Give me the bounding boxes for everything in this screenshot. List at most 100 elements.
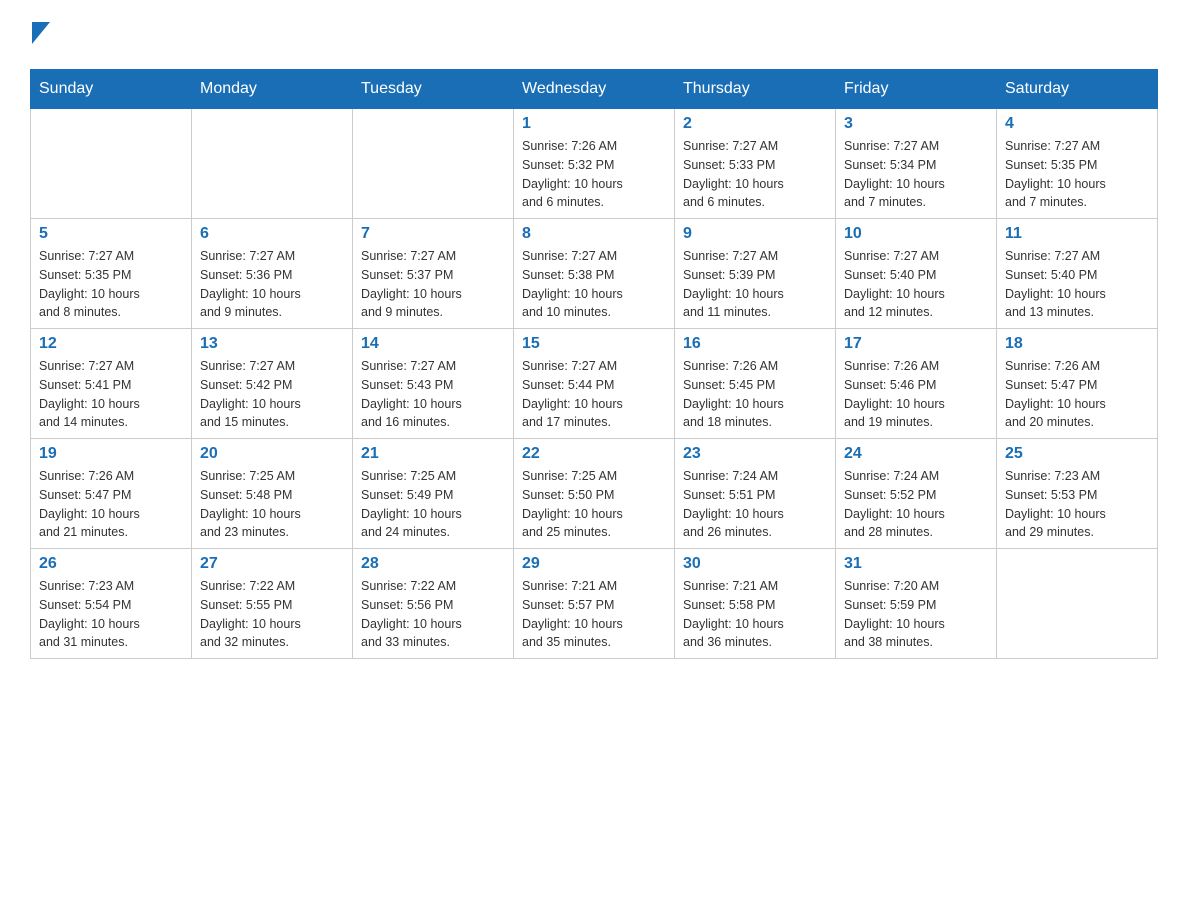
day-of-week-header: Saturday xyxy=(997,70,1158,109)
day-number: 17 xyxy=(844,335,988,353)
calendar-cell: 1 Sunrise: 7:26 AMSunset: 5:32 PMDaylight… xyxy=(514,109,675,219)
day-info: Sunrise: 7:27 AMSunset: 5:35 PMDaylight:… xyxy=(39,247,183,322)
day-info: Sunrise: 7:27 AMSunset: 5:40 PMDaylight:… xyxy=(1005,247,1149,322)
day-info: Sunrise: 7:23 AMSunset: 5:53 PMDaylight:… xyxy=(1005,467,1149,542)
day-info: Sunrise: 7:27 AMSunset: 5:42 PMDaylight:… xyxy=(200,357,344,432)
day-number: 10 xyxy=(844,225,988,243)
calendar-cell: 21Sunrise: 7:25 AMSunset: 5:49 PMDayligh… xyxy=(353,439,514,549)
day-number: 2 xyxy=(683,115,827,133)
day-info: Sunrise: 7:24 AMSunset: 5:51 PMDaylight:… xyxy=(683,467,827,542)
calendar-cell: 6 Sunrise: 7:27 AMSunset: 5:36 PMDaylight… xyxy=(192,219,353,329)
calendar-cell: 23 Sunrise: 7:24 AMSunset: 5:51 PMDayligh… xyxy=(675,439,836,549)
calendar-table: SundayMondayTuesdayWednesdayThursdayFrid… xyxy=(30,69,1158,659)
day-number: 18 xyxy=(1005,335,1149,353)
calendar-cell: 17 Sunrise: 7:26 AMSunset: 5:46 PMDayligh… xyxy=(836,329,997,439)
logo xyxy=(30,20,50,49)
calendar-cell: 22 Sunrise: 7:25 AMSunset: 5:50 PMDayligh… xyxy=(514,439,675,549)
calendar-cell: 8 Sunrise: 7:27 AMSunset: 5:38 PMDaylight… xyxy=(514,219,675,329)
day-info: Sunrise: 7:27 AMSunset: 5:33 PMDaylight:… xyxy=(683,137,827,212)
week-row: 19Sunrise: 7:26 AMSunset: 5:47 PMDayligh… xyxy=(31,439,1158,549)
logo-triangle-icon xyxy=(32,22,50,44)
day-number: 4 xyxy=(1005,115,1149,133)
calendar-cell: 27Sunrise: 7:22 AMSunset: 5:55 PMDayligh… xyxy=(192,549,353,659)
day-of-week-header: Friday xyxy=(836,70,997,109)
calendar-cell: 9Sunrise: 7:27 AMSunset: 5:39 PMDaylight… xyxy=(675,219,836,329)
calendar-cell: 26 Sunrise: 7:23 AMSunset: 5:54 PMDayligh… xyxy=(31,549,192,659)
calendar-header: SundayMondayTuesdayWednesdayThursdayFrid… xyxy=(31,70,1158,109)
day-number: 22 xyxy=(522,445,666,463)
calendar-cell: 29 Sunrise: 7:21 AMSunset: 5:57 PMDayligh… xyxy=(514,549,675,659)
day-number: 15 xyxy=(522,335,666,353)
day-info: Sunrise: 7:22 AMSunset: 5:56 PMDaylight:… xyxy=(361,577,505,652)
day-number: 31 xyxy=(844,555,988,573)
calendar-cell: 31 Sunrise: 7:20 AMSunset: 5:59 PMDayligh… xyxy=(836,549,997,659)
calendar-cell: 5 Sunrise: 7:27 AMSunset: 5:35 PMDaylight… xyxy=(31,219,192,329)
calendar-cell: 4 Sunrise: 7:27 AMSunset: 5:35 PMDaylight… xyxy=(997,109,1158,219)
week-row: 1 Sunrise: 7:26 AMSunset: 5:32 PMDaylight… xyxy=(31,109,1158,219)
calendar-cell: 16 Sunrise: 7:26 AMSunset: 5:45 PMDayligh… xyxy=(675,329,836,439)
day-info: Sunrise: 7:27 AMSunset: 5:36 PMDaylight:… xyxy=(200,247,344,322)
days-of-week-row: SundayMondayTuesdayWednesdayThursdayFrid… xyxy=(31,70,1158,109)
calendar-cell: 13Sunrise: 7:27 AMSunset: 5:42 PMDayligh… xyxy=(192,329,353,439)
calendar-body: 1 Sunrise: 7:26 AMSunset: 5:32 PMDaylight… xyxy=(31,109,1158,659)
day-info: Sunrise: 7:27 AMSunset: 5:38 PMDaylight:… xyxy=(522,247,666,322)
calendar-cell: 2 Sunrise: 7:27 AMSunset: 5:33 PMDaylight… xyxy=(675,109,836,219)
calendar-cell: 12 Sunrise: 7:27 AMSunset: 5:41 PMDayligh… xyxy=(31,329,192,439)
day-info: Sunrise: 7:25 AMSunset: 5:50 PMDaylight:… xyxy=(522,467,666,542)
day-info: Sunrise: 7:26 AMSunset: 5:32 PMDaylight:… xyxy=(522,137,666,212)
day-number: 14 xyxy=(361,335,505,353)
day-info: Sunrise: 7:23 AMSunset: 5:54 PMDaylight:… xyxy=(39,577,183,652)
day-number: 12 xyxy=(39,335,183,353)
calendar-cell xyxy=(997,549,1158,659)
day-info: Sunrise: 7:26 AMSunset: 5:47 PMDaylight:… xyxy=(1005,357,1149,432)
week-row: 5 Sunrise: 7:27 AMSunset: 5:35 PMDaylight… xyxy=(31,219,1158,329)
calendar-cell xyxy=(353,109,514,219)
day-number: 9 xyxy=(683,225,827,243)
week-row: 26 Sunrise: 7:23 AMSunset: 5:54 PMDayligh… xyxy=(31,549,1158,659)
day-info: Sunrise: 7:27 AMSunset: 5:35 PMDaylight:… xyxy=(1005,137,1149,212)
day-number: 6 xyxy=(200,225,344,243)
day-number: 7 xyxy=(361,225,505,243)
day-info: Sunrise: 7:21 AMSunset: 5:57 PMDaylight:… xyxy=(522,577,666,652)
day-number: 24 xyxy=(844,445,988,463)
day-of-week-header: Wednesday xyxy=(514,70,675,109)
day-number: 16 xyxy=(683,335,827,353)
day-number: 26 xyxy=(39,555,183,573)
day-number: 5 xyxy=(39,225,183,243)
calendar-cell: 24Sunrise: 7:24 AMSunset: 5:52 PMDayligh… xyxy=(836,439,997,549)
day-number: 11 xyxy=(1005,225,1149,243)
day-info: Sunrise: 7:27 AMSunset: 5:44 PMDaylight:… xyxy=(522,357,666,432)
calendar-cell: 28 Sunrise: 7:22 AMSunset: 5:56 PMDayligh… xyxy=(353,549,514,659)
day-info: Sunrise: 7:21 AMSunset: 5:58 PMDaylight:… xyxy=(683,577,827,652)
day-info: Sunrise: 7:27 AMSunset: 5:43 PMDaylight:… xyxy=(361,357,505,432)
day-number: 1 xyxy=(522,115,666,133)
day-number: 19 xyxy=(39,445,183,463)
calendar-cell: 10 Sunrise: 7:27 AMSunset: 5:40 PMDayligh… xyxy=(836,219,997,329)
day-number: 23 xyxy=(683,445,827,463)
day-info: Sunrise: 7:26 AMSunset: 5:46 PMDaylight:… xyxy=(844,357,988,432)
day-info: Sunrise: 7:27 AMSunset: 5:41 PMDaylight:… xyxy=(39,357,183,432)
calendar-cell xyxy=(192,109,353,219)
calendar-cell: 3Sunrise: 7:27 AMSunset: 5:34 PMDaylight… xyxy=(836,109,997,219)
calendar-cell: 14 Sunrise: 7:27 AMSunset: 5:43 PMDayligh… xyxy=(353,329,514,439)
day-info: Sunrise: 7:26 AMSunset: 5:45 PMDaylight:… xyxy=(683,357,827,432)
day-number: 29 xyxy=(522,555,666,573)
week-row: 12 Sunrise: 7:27 AMSunset: 5:41 PMDayligh… xyxy=(31,329,1158,439)
day-info: Sunrise: 7:27 AMSunset: 5:40 PMDaylight:… xyxy=(844,247,988,322)
day-number: 27 xyxy=(200,555,344,573)
day-info: Sunrise: 7:20 AMSunset: 5:59 PMDaylight:… xyxy=(844,577,988,652)
day-of-week-header: Sunday xyxy=(31,70,192,109)
day-number: 28 xyxy=(361,555,505,573)
day-info: Sunrise: 7:27 AMSunset: 5:37 PMDaylight:… xyxy=(361,247,505,322)
day-number: 8 xyxy=(522,225,666,243)
day-of-week-header: Tuesday xyxy=(353,70,514,109)
day-number: 25 xyxy=(1005,445,1149,463)
day-number: 21 xyxy=(361,445,505,463)
day-number: 30 xyxy=(683,555,827,573)
day-info: Sunrise: 7:25 AMSunset: 5:48 PMDaylight:… xyxy=(200,467,344,542)
calendar-cell: 7 Sunrise: 7:27 AMSunset: 5:37 PMDaylight… xyxy=(353,219,514,329)
day-info: Sunrise: 7:27 AMSunset: 5:34 PMDaylight:… xyxy=(844,137,988,212)
calendar-cell: 18 Sunrise: 7:26 AMSunset: 5:47 PMDayligh… xyxy=(997,329,1158,439)
day-number: 20 xyxy=(200,445,344,463)
calendar-cell xyxy=(31,109,192,219)
